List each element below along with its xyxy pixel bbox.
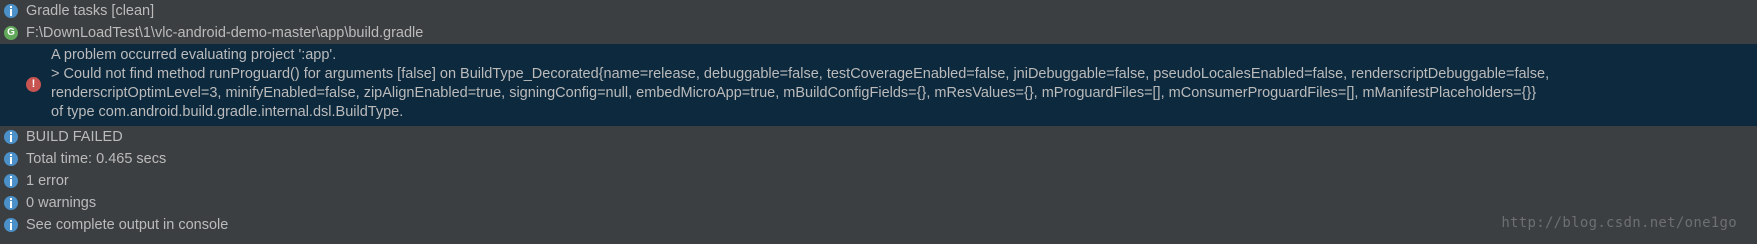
error-text-line-4: of type com.android.build.gradle.interna…: [51, 104, 404, 120]
error-message-row[interactable]: ! A problem occurred evaluating project …: [0, 44, 1757, 126]
message-row-warnings[interactable]: 0 warnings: [0, 192, 1757, 214]
message-row-build-file[interactable]: G F:\DownLoadTest\1\vlc-android-demo-mas…: [0, 22, 1757, 44]
message-text: See complete output in console: [26, 217, 229, 233]
info-icon: [4, 196, 18, 210]
message-row-gradle-tasks[interactable]: Gradle tasks [clean]: [0, 0, 1757, 22]
messages-panel: Gradle tasks [clean] G F:\DownLoadTest\1…: [0, 0, 1757, 236]
info-icon: [4, 152, 18, 166]
watermark: http://blog.csdn.net/one1go: [1501, 215, 1737, 231]
message-text: 0 warnings: [26, 195, 97, 211]
message-text: 1 error: [26, 173, 69, 189]
info-icon: [4, 4, 18, 18]
gradle-icon: G: [4, 26, 18, 40]
error-text-line-3: renderscriptOptimLevel=3, minifyEnabled=…: [51, 85, 1537, 101]
message-text: Gradle tasks [clean]: [26, 3, 155, 19]
message-row-build-failed[interactable]: BUILD FAILED: [0, 126, 1757, 148]
message-row-errors[interactable]: 1 error: [0, 170, 1757, 192]
message-text: BUILD FAILED: [26, 129, 123, 145]
file-path-link[interactable]: F:\DownLoadTest\1\vlc-android-demo-maste…: [26, 22, 423, 44]
info-icon: [4, 218, 18, 232]
message-text: Total time: 0.465 secs: [26, 151, 167, 167]
error-icon: !: [26, 77, 41, 92]
message-row-see-output[interactable]: See complete output in console: [0, 214, 1757, 236]
error-text-line-1: A problem occurred evaluating project ':…: [51, 47, 337, 63]
error-text-line-2: > Could not find method runProguard() fo…: [51, 66, 1550, 82]
info-icon: [4, 130, 18, 144]
info-icon: [4, 174, 18, 188]
message-row-total-time[interactable]: Total time: 0.465 secs: [0, 148, 1757, 170]
